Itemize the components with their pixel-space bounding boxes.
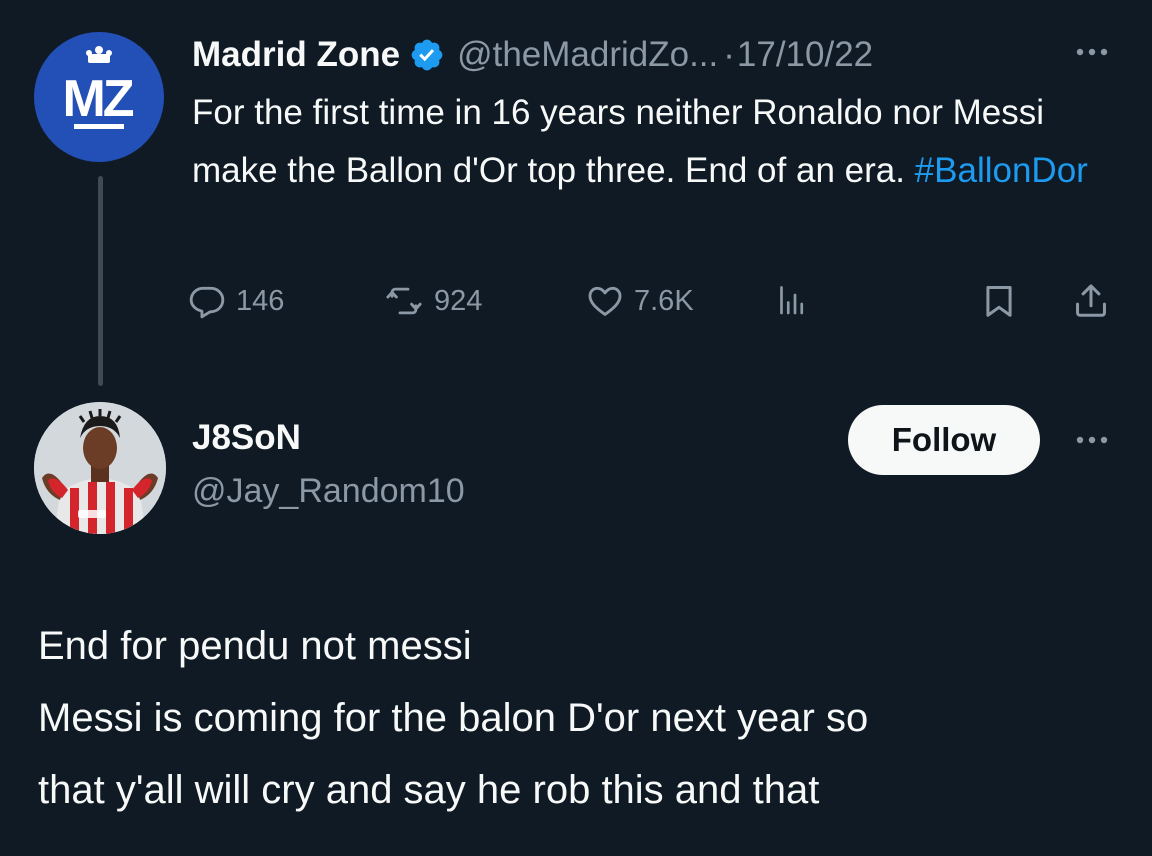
heart-icon	[586, 282, 624, 320]
bookmark-icon	[980, 282, 1018, 320]
avatar-initials: MZ	[62, 70, 133, 128]
reply-count: 146	[236, 284, 285, 317]
tweet-action-bar: 146 924 7.6K	[188, 276, 1118, 326]
profile-photo-image	[34, 402, 166, 534]
reply-text-line: that y'all will cry and say he rob this …	[38, 768, 820, 812]
header-separator: ·	[723, 35, 735, 74]
reply-text-line: End for pendu not messi	[38, 624, 472, 668]
like-count: 7.6K	[634, 284, 694, 317]
original-tweet-text: For the first time in 16 years neither R…	[192, 84, 1122, 200]
retweet-count: 924	[434, 284, 483, 317]
retweet-button[interactable]: 924	[384, 276, 482, 326]
reply-display-name[interactable]: J8SoN	[192, 418, 301, 458]
views-button[interactable]	[774, 276, 810, 326]
more-options-icon[interactable]	[1070, 34, 1114, 70]
original-tweet-header: Madrid Zone @theMadridZo... · 17/10/22	[192, 30, 873, 80]
more-options-icon[interactable]	[1070, 422, 1114, 458]
reply-text-line: Messi is coming for the balon D'or next …	[38, 696, 869, 740]
like-button[interactable]: 7.6K	[586, 276, 694, 326]
madrid-zone-logo: MZ	[62, 46, 137, 129]
analytics-icon	[774, 283, 810, 319]
share-icon	[1072, 282, 1110, 320]
follow-button[interactable]: Follow	[848, 405, 1040, 475]
bookmark-button[interactable]	[980, 276, 1018, 326]
tweet-timestamp[interactable]: 17/10/22	[737, 35, 873, 75]
thread-connector-line	[98, 176, 103, 386]
reply-icon	[188, 282, 226, 320]
tweet-thread: MZ Madrid Zone @theMadridZo... · 17/10/2…	[0, 0, 1152, 856]
reply-handle[interactable]: @Jay_Random10	[192, 472, 465, 511]
original-handle[interactable]: @theMadridZo...	[457, 35, 718, 75]
share-button[interactable]	[1072, 276, 1110, 326]
avatar-jay-random[interactable]	[34, 402, 166, 534]
reply-button[interactable]: 146	[188, 276, 284, 326]
retweet-icon	[384, 282, 424, 320]
verified-badge-icon	[409, 37, 445, 73]
original-display-name[interactable]: Madrid Zone	[192, 35, 400, 75]
hashtag-link[interactable]: #BallonDor	[915, 151, 1088, 190]
avatar-madrid-zone[interactable]: MZ	[34, 32, 164, 162]
reply-tweet-text: End for pendu not messi Messi is coming …	[38, 610, 1128, 826]
